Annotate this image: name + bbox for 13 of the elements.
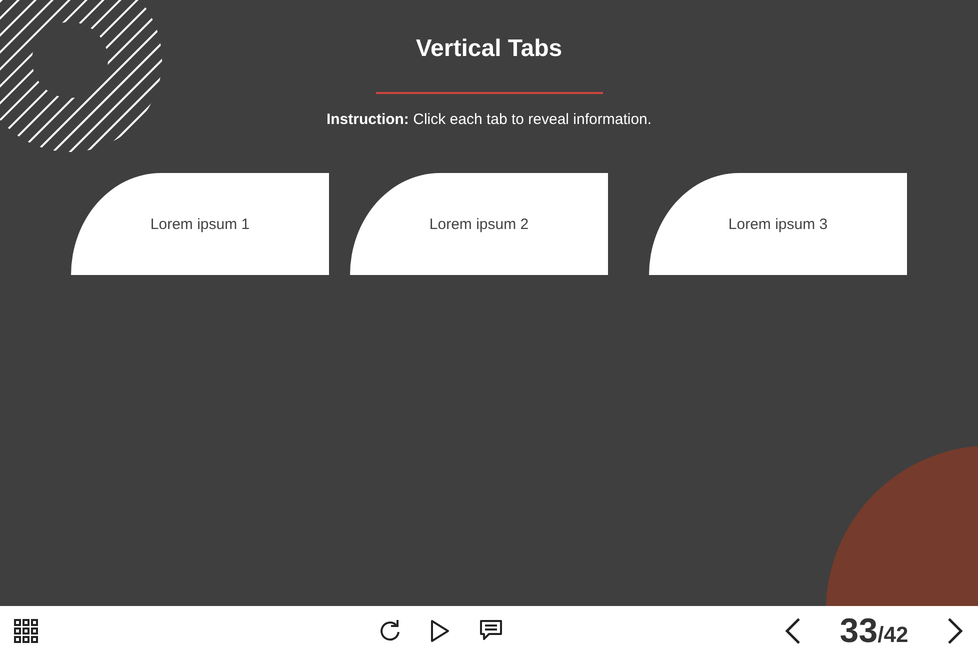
caption-icon[interactable] [479, 619, 503, 641]
tab[interactable]: Lorem ipsum 1 [71, 173, 329, 275]
grid-menu-icon[interactable] [14, 619, 38, 643]
instruction-text: Instruction: Click each tab to reveal information. [326, 110, 652, 130]
next-icon[interactable] [946, 617, 964, 645]
slide-title: Vertical Tabs [416, 34, 562, 64]
current-slide-number: 33 [840, 612, 878, 650]
total-slides-number: /42 [878, 622, 908, 648]
previous-icon[interactable] [784, 617, 802, 645]
play-icon[interactable] [429, 619, 451, 643]
tab[interactable]: Lorem ipsum 2 [350, 173, 608, 275]
tab[interactable]: Lorem ipsum 3 [649, 173, 907, 275]
replay-icon[interactable] [379, 619, 401, 643]
